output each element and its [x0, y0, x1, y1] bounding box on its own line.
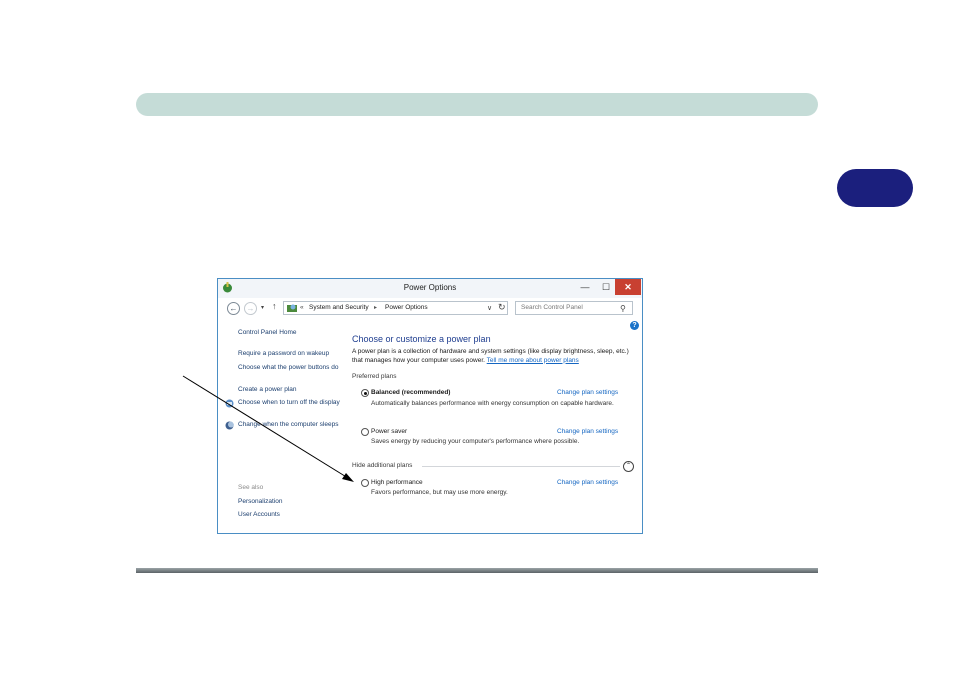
footer-rule [136, 568, 818, 573]
